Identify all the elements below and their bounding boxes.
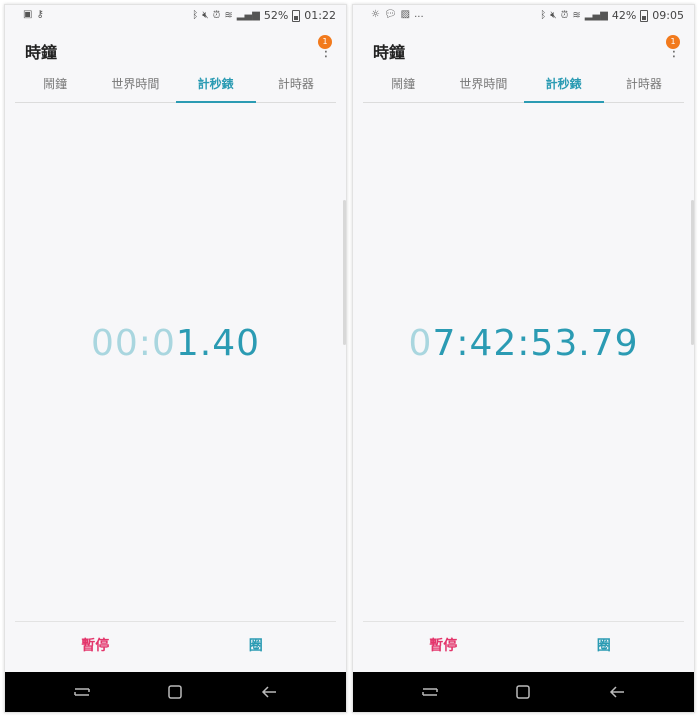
home-button[interactable] — [160, 680, 190, 704]
notification-app-icon: ▣ — [23, 9, 33, 20]
tab-timer[interactable]: 計時器 — [604, 70, 684, 102]
recent-apps-icon — [422, 688, 438, 696]
back-icon — [262, 686, 277, 698]
edge-panel-handle[interactable] — [343, 200, 346, 345]
pause-button[interactable]: 暫停 — [363, 622, 524, 672]
app-bar: 時鐘 ⋮ 1 — [353, 33, 694, 69]
app-bar: 時鐘 ⋮ 1 — [5, 33, 346, 69]
key-icon: ⚷ — [36, 9, 44, 20]
battery-icon — [292, 9, 301, 22]
app-title: 時鐘 — [25, 43, 58, 62]
signal-icon: ▂▄▆ — [584, 9, 608, 21]
recent-apps-icon — [74, 688, 90, 696]
tab-world-clock[interactable]: 世界時間 — [95, 70, 175, 102]
battery-percent: 52% — [263, 9, 289, 22]
navigation-bar — [353, 672, 694, 712]
mute-icon: 🔇︎ — [550, 9, 557, 21]
status-time: 01:22 — [304, 9, 336, 22]
app-title: 時鐘 — [373, 43, 406, 62]
bluetooth-icon: ᛒ — [192, 9, 199, 21]
lap-button[interactable]: 圈 — [524, 622, 685, 672]
lap-button[interactable]: 圈 — [176, 622, 337, 672]
stopwatch-inactive-digits: 0 — [408, 323, 433, 364]
image-icon: ▨ — [400, 9, 411, 20]
signal-icon: ▂▄▆ — [236, 9, 260, 21]
alarm-icon: ⏰︎ — [212, 9, 221, 21]
back-button[interactable] — [602, 680, 632, 704]
stopwatch-active-digits: 7:42:53.79 — [432, 323, 639, 364]
phone-screen-right: ☼ 💬︎ ▨ ... ᛒ 🔇︎ ⏰︎ ≋ ▂▄▆ 42% 09:05 時鐘 ⋮ … — [352, 4, 695, 713]
menu-button[interactable]: ⋮ 1 — [660, 35, 681, 61]
tab-stopwatch[interactable]: 計秒錶 — [523, 70, 605, 103]
navigation-bar — [5, 672, 346, 712]
status-bar: ▣ ⚷ ᛒ 🔇︎ ⏰︎ ≋ ▂▄▆ 52% 01:22 — [5, 5, 346, 27]
battery-percent: 42% — [611, 9, 637, 22]
tab-bar: 鬧鐘 世界時間 計秒錶 計時器 — [363, 70, 684, 103]
stopwatch-controls: 暫停 圈 — [363, 621, 684, 672]
tab-world-clock[interactable]: 世界時間 — [443, 70, 523, 102]
notification-app-icon: ☼ — [371, 9, 380, 20]
wifi-icon: ≋ — [224, 9, 233, 21]
stopwatch-display: 07:42:53.79 — [353, 323, 694, 364]
tab-timer[interactable]: 計時器 — [256, 70, 336, 102]
notification-badge: 1 — [666, 35, 680, 49]
wifi-icon: ≋ — [572, 9, 581, 21]
more-notifications: ... — [414, 9, 424, 20]
mute-icon: 🔇︎ — [202, 9, 209, 21]
notification-badge: 1 — [318, 35, 332, 49]
battery-icon — [640, 9, 649, 22]
recent-apps-button[interactable] — [415, 680, 445, 704]
stopwatch-display: 00:01.40 — [5, 323, 346, 364]
pause-button[interactable]: 暫停 — [15, 622, 176, 672]
tab-alarm[interactable]: 鬧鐘 — [15, 70, 95, 102]
recent-apps-button[interactable] — [67, 680, 97, 704]
alarm-icon: ⏰︎ — [560, 9, 569, 21]
home-icon — [168, 685, 183, 699]
status-bar: ☼ 💬︎ ▨ ... ᛒ 🔇︎ ⏰︎ ≋ ▂▄▆ 42% 09:05 — [353, 5, 694, 27]
home-icon — [516, 685, 531, 699]
chat-icon: 💬︎ — [383, 9, 397, 20]
back-button[interactable] — [254, 680, 284, 704]
back-icon — [610, 686, 625, 698]
home-button[interactable] — [508, 680, 538, 704]
tab-bar: 鬧鐘 世界時間 計秒錶 計時器 — [15, 70, 336, 103]
phone-screen-left: ▣ ⚷ ᛒ 🔇︎ ⏰︎ ≋ ▂▄▆ 52% 01:22 時鐘 ⋮ 1 鬧鐘 世界… — [4, 4, 347, 713]
menu-button[interactable]: ⋮ 1 — [312, 35, 333, 61]
stopwatch-controls: 暫停 圈 — [15, 621, 336, 672]
edge-panel-handle[interactable] — [691, 200, 694, 345]
status-time: 09:05 — [652, 9, 684, 22]
tab-alarm[interactable]: 鬧鐘 — [363, 70, 443, 102]
stopwatch-inactive-digits: 00:0 — [91, 323, 176, 364]
stopwatch-active-digits: 1.40 — [175, 323, 260, 364]
tab-stopwatch[interactable]: 計秒錶 — [175, 70, 257, 103]
bluetooth-icon: ᛒ — [540, 9, 547, 21]
